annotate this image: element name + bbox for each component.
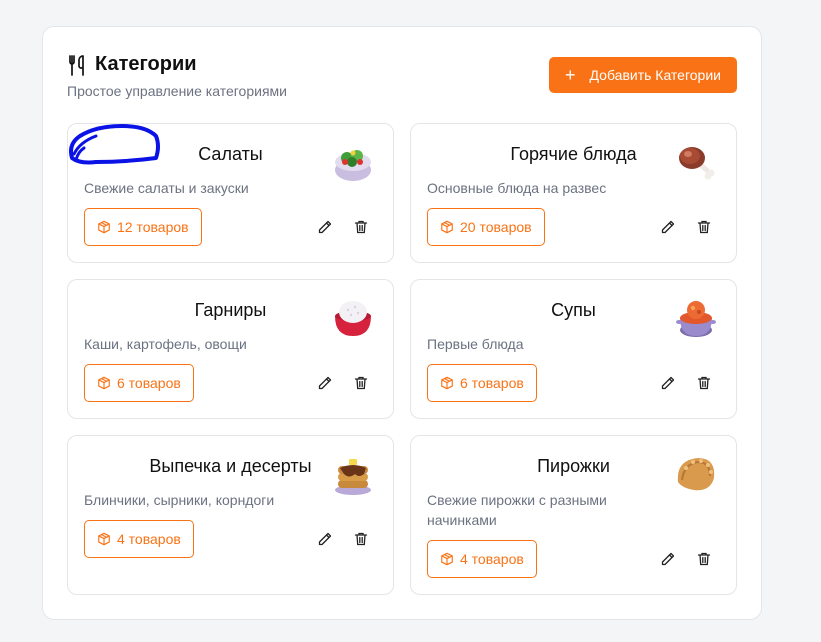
category-card-pastry: Выпечка и десерты Блинчики, сырники, кор… (67, 435, 394, 595)
product-count-button[interactable]: 6 товаров (84, 364, 194, 402)
categories-panel: Категории Простое управление категориями… (42, 26, 762, 620)
delete-button[interactable] (349, 215, 373, 239)
box-icon (98, 376, 110, 390)
trash-icon (354, 220, 368, 234)
product-count-label: 12 товаров (117, 219, 189, 235)
category-description: Первые блюда (427, 336, 524, 352)
box-icon (441, 376, 453, 390)
box-icon (98, 532, 110, 546)
pencil-icon (661, 552, 675, 566)
pencil-icon (318, 220, 332, 234)
trash-icon (697, 376, 711, 390)
edit-button[interactable] (656, 547, 680, 571)
delete-button[interactable] (349, 371, 373, 395)
category-description: Каши, картофель, овощи (84, 336, 247, 352)
product-count-label: 4 товаров (460, 551, 524, 567)
category-card-hot-dishes: Горячие блюда Основные блюда на развес 2… (410, 123, 737, 263)
product-count-label: 6 товаров (460, 375, 524, 391)
category-description: Свежие салаты и закуски (84, 180, 249, 196)
rice-bowl-icon (335, 301, 371, 336)
pencil-icon (661, 220, 675, 234)
box-icon (441, 552, 453, 566)
edit-button[interactable] (313, 371, 337, 395)
edit-button[interactable] (313, 215, 337, 239)
category-description: Основные блюда на развес (427, 180, 607, 196)
add-category-label: Добавить Категории (589, 67, 721, 83)
category-card-sides: Гарниры Каши, картофель, овощи 6 товаров (67, 279, 394, 419)
product-count-button[interactable]: 4 товаров (84, 520, 194, 558)
product-count-label: 20 товаров (460, 219, 532, 235)
delete-button[interactable] (692, 215, 716, 239)
meat-on-bone-icon (679, 147, 715, 180)
edit-button[interactable] (313, 527, 337, 551)
soup-pot-icon (676, 301, 716, 337)
category-description: Блинчики, сырники, корндоги (84, 492, 275, 508)
product-count-label: 4 товаров (117, 531, 181, 547)
trash-icon (354, 532, 368, 546)
product-count-button[interactable]: 4 товаров (427, 540, 537, 578)
panel-header: Категории Простое управление категориями… (67, 53, 737, 99)
pancakes-icon (335, 459, 371, 495)
product-count-label: 6 товаров (117, 375, 181, 391)
category-card-soups: Супы Первые блюда 6 товаров (410, 279, 737, 419)
pencil-icon (318, 532, 332, 546)
edit-button[interactable] (656, 215, 680, 239)
category-description: Свежие пирожки с разными начинками (427, 492, 607, 528)
utensils-icon (69, 54, 84, 76)
edit-button[interactable] (656, 371, 680, 395)
product-count-button[interactable]: 20 товаров (427, 208, 545, 246)
product-count-button[interactable]: 6 товаров (427, 364, 537, 402)
page-title: Категории (95, 53, 197, 75)
product-count-button[interactable]: 12 товаров (84, 208, 202, 246)
trash-icon (697, 220, 711, 234)
trash-icon (354, 376, 368, 390)
delete-button[interactable] (692, 547, 716, 571)
trash-icon (697, 552, 711, 566)
add-category-button[interactable]: + Добавить Категории (549, 57, 737, 93)
box-icon (441, 220, 453, 234)
dumpling-icon (677, 458, 715, 491)
delete-button[interactable] (692, 371, 716, 395)
pencil-icon (661, 376, 675, 390)
box-icon (98, 220, 110, 234)
plus-icon: + (565, 65, 576, 85)
category-card-pies: Пирожки Свежие пирожки с разными начинка… (410, 435, 737, 595)
salad-bowl-icon (335, 150, 371, 181)
category-card-salads: Салаты Свежие салаты и закуски 12 товаро… (67, 123, 394, 263)
pencil-icon (318, 376, 332, 390)
delete-button[interactable] (349, 527, 373, 551)
